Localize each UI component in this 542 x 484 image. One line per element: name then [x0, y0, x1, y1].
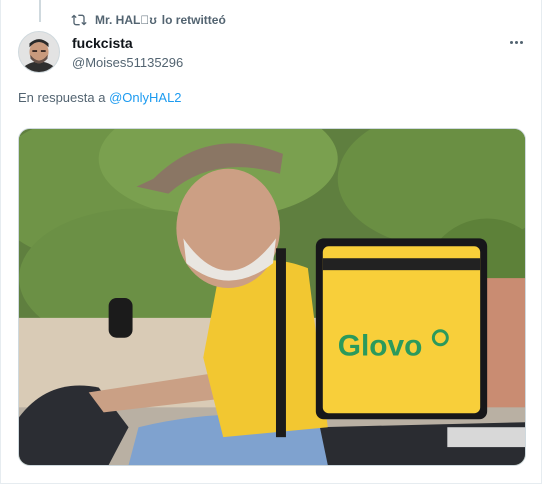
retweet-context: Mr. HALʊ lo retwitteó: [71, 12, 226, 28]
retweet-suffix: lo retwitteó: [155, 13, 226, 27]
retweet-user[interactable]: Mr. HALʊ: [95, 13, 157, 27]
avatar[interactable]: [18, 31, 60, 73]
bag-brand-text: Glovo: [338, 330, 423, 363]
display-name[interactable]: fuckcista: [72, 35, 183, 52]
user-info: fuckcista @Moises51135296: [72, 35, 183, 71]
user-handle[interactable]: @Moises51135296: [72, 55, 183, 71]
retweet-icon: [71, 12, 87, 28]
reply-prefix: En respuesta a: [18, 90, 106, 105]
more-icon: [514, 40, 518, 44]
reply-to-link[interactable]: @OnlyHAL2: [109, 90, 181, 105]
more-icon: [509, 40, 513, 44]
more-options-button[interactable]: [505, 33, 527, 51]
thread-connector-line: [39, 0, 41, 22]
more-icon: [519, 40, 523, 44]
tweet-media-image[interactable]: Glovo: [18, 128, 526, 466]
reply-context: En respuesta a @OnlyHAL2: [18, 90, 182, 105]
tweet-card[interactable]: Mr. HALʊ lo retwitteó fuckcista @Moises…: [0, 0, 542, 484]
